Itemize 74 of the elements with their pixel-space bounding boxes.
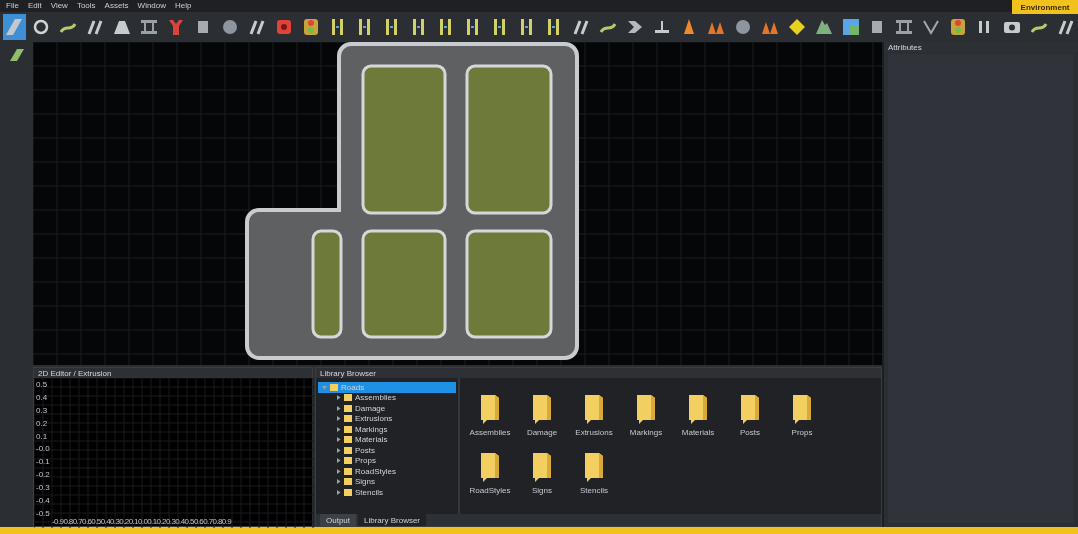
folder-name[interactable]: Assemblies (469, 428, 511, 437)
axis-tick-label: 0.4 (36, 392, 49, 402)
folder-name[interactable]: Signs (532, 486, 552, 495)
menu-item[interactable]: Window (137, 1, 167, 11)
rail-icon (140, 18, 159, 36)
tree-item[interactable]: Markings (318, 424, 456, 435)
road-tool-icon[interactable] (8, 48, 25, 62)
folder-icon (583, 394, 605, 424)
tree-item[interactable]: Extrusions (318, 413, 456, 424)
menu-item[interactable]: Assets (104, 1, 129, 11)
stop-icon (275, 18, 294, 36)
folder-name[interactable]: RoadStyles (469, 486, 511, 495)
folder-name[interactable]: Markings (629, 428, 663, 437)
axis-tick-label: -0.3 (36, 483, 50, 493)
menu-item[interactable]: File (6, 1, 19, 11)
road-icon (5, 18, 24, 36)
axis-tick-label: 0.2 (36, 418, 49, 428)
panel-title: 2D Editor / Extrusion (38, 368, 112, 378)
axis-tick-label: -0.2 (36, 470, 50, 480)
tree-item[interactable]: Assemblies (318, 392, 456, 403)
axis-tick-label: 0.5 (36, 380, 49, 389)
folder-name[interactable]: Damage (526, 428, 558, 437)
junction-icon (167, 18, 186, 36)
sign-icon (787, 18, 806, 36)
folder-icon (583, 452, 605, 482)
folder-name[interactable]: Props (791, 428, 813, 437)
menu-item[interactable]: Help (175, 1, 192, 11)
panel-tab[interactable]: Library Browser (358, 514, 427, 526)
tree-item[interactable]: Stencils (318, 487, 456, 498)
panel-title: Library Browser (320, 368, 376, 378)
axis-tick-label: -0.4 (36, 496, 50, 505)
axis-tick-label: -0.0 (36, 444, 50, 454)
ring-icon (32, 18, 51, 36)
folder-name[interactable]: Posts (740, 428, 760, 437)
folder-name[interactable]: Stencils (580, 486, 608, 495)
folder-icon (531, 394, 553, 424)
tree-item[interactable]: RoadStyles (318, 466, 456, 477)
menu-item[interactable]: Tools (76, 1, 96, 11)
split-icon (571, 18, 590, 36)
panel-title: Attributes (888, 42, 922, 52)
folder-icon (635, 394, 657, 424)
tree-item[interactable]: Props (318, 455, 456, 466)
folder-name[interactable]: Extrusions (575, 428, 613, 437)
folder-icon (531, 452, 553, 482)
axis-tick-label: -0.5 (36, 508, 50, 518)
vee-icon (922, 18, 941, 36)
folder-name[interactable]: Materials (681, 428, 715, 437)
hill-icon (814, 18, 833, 36)
folder-icon (479, 394, 501, 424)
panel-tab[interactable]: Output (320, 514, 356, 526)
tile-icon (841, 18, 860, 36)
light-icon (949, 18, 968, 36)
menu-item[interactable]: View (50, 1, 68, 11)
environment-button[interactable]: Environment (1012, 0, 1078, 14)
folder-icon (791, 394, 813, 424)
split-icon (86, 18, 105, 36)
folder-icon (479, 452, 501, 482)
rail-icon (895, 18, 914, 36)
tree-item[interactable]: Damage (318, 403, 456, 414)
split-icon (1057, 18, 1076, 36)
axis-tick-labels: -0.90.80.70.60.50.40.30.20.10.00.10.20.30.40.50.60.70.80.9 (52, 517, 232, 526)
light-icon (302, 18, 321, 36)
disc-icon (733, 18, 752, 36)
folder-icon (687, 394, 709, 424)
split-icon (248, 18, 267, 36)
axis-tick-label: 0.1 (36, 431, 49, 441)
folder-icon (739, 394, 761, 424)
axis-tick-label: -0.1 (36, 457, 50, 467)
tree-item[interactable]: Posts (318, 445, 456, 456)
tree-item[interactable]: Materials (318, 434, 456, 445)
tree-item[interactable]: Signs (318, 476, 456, 487)
disc-icon (221, 18, 240, 36)
menu-item[interactable]: Edit (27, 1, 42, 11)
axis-tick-label: 0.3 (36, 405, 49, 415)
